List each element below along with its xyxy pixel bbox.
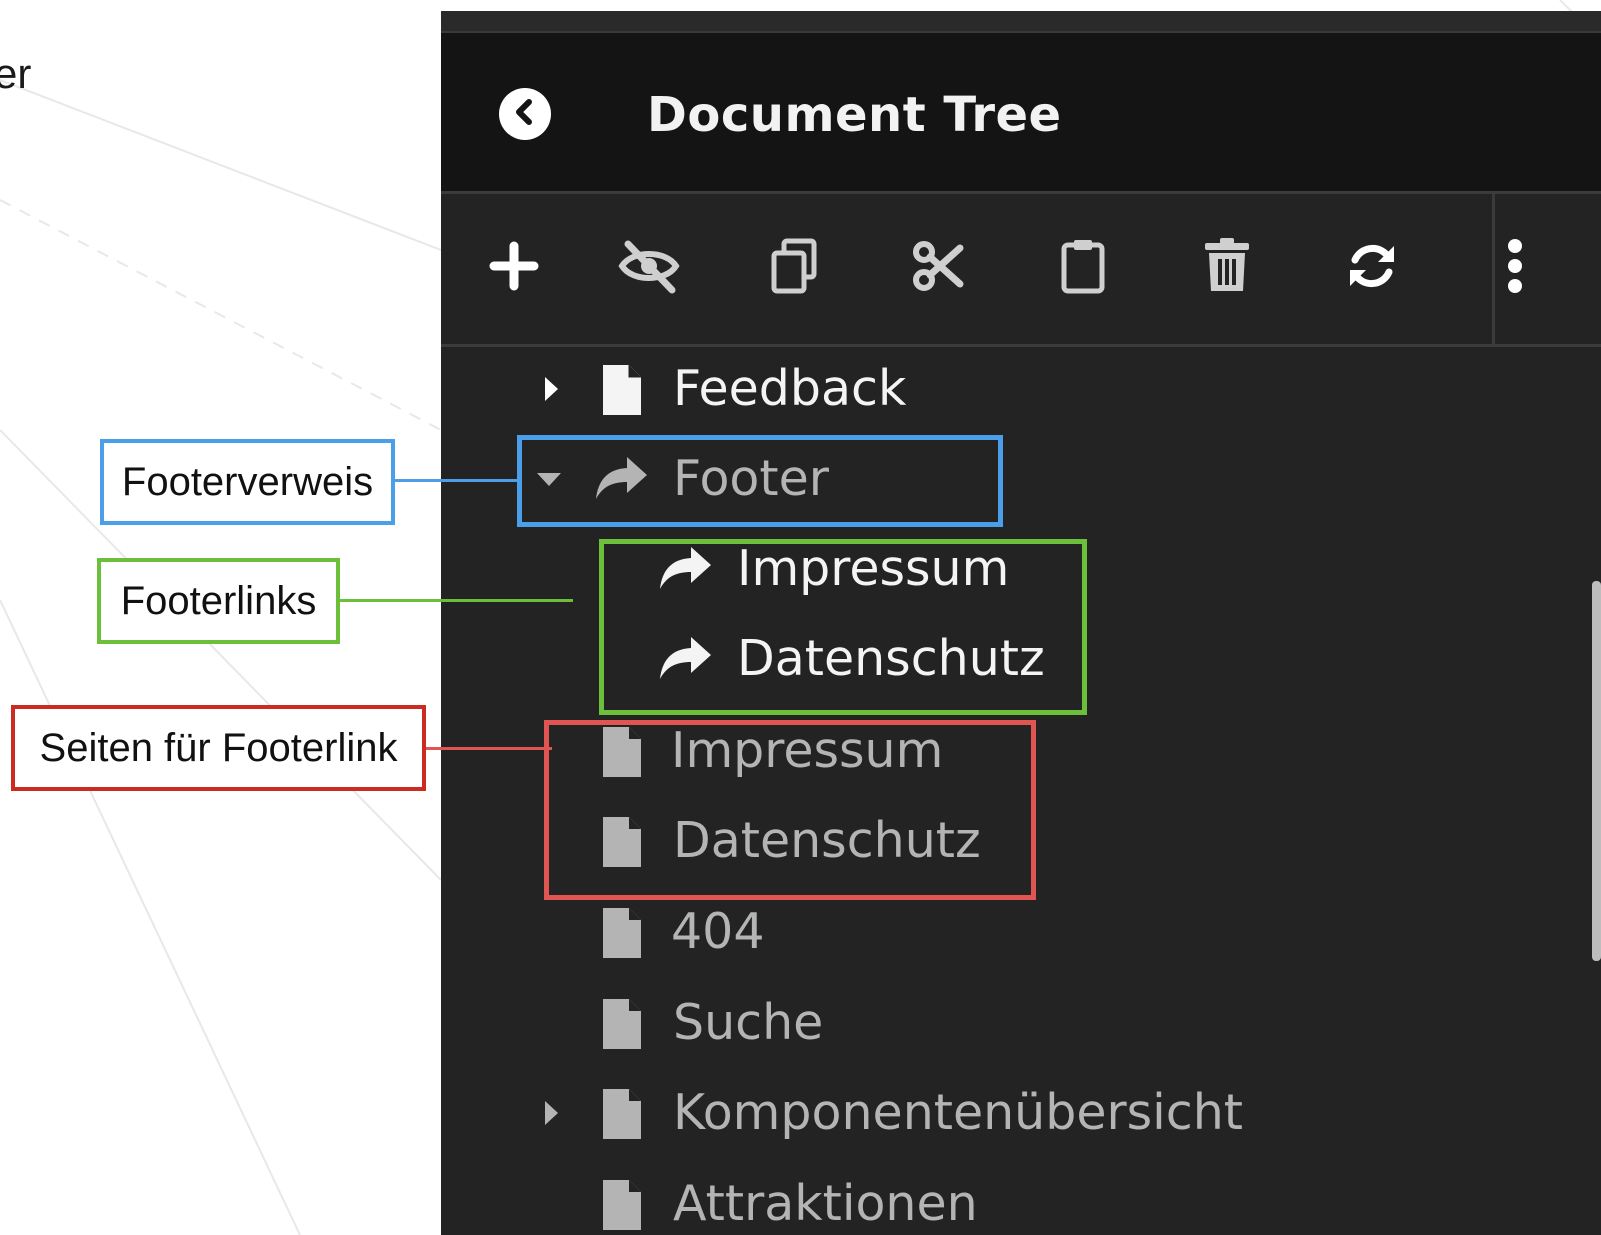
tree-item-suche[interactable]: Suche bbox=[441, 981, 1541, 1071]
chevron-left-circle-icon bbox=[510, 97, 540, 131]
tree-item-404[interactable]: 404 bbox=[441, 890, 1541, 980]
plus-icon bbox=[488, 240, 540, 296]
caret-right-icon[interactable] bbox=[531, 369, 571, 409]
page-icon bbox=[601, 906, 643, 960]
more-button[interactable] bbox=[1477, 230, 1553, 306]
vertical-ellipsis-icon bbox=[1505, 238, 1525, 298]
footerlinks-highlight-box bbox=[599, 539, 1087, 715]
footerverweis-connector bbox=[392, 479, 519, 482]
hide-button[interactable] bbox=[611, 230, 687, 306]
panel-top-strip bbox=[441, 11, 1601, 33]
tree-item-label: Suche bbox=[673, 994, 824, 1051]
caret-right-icon[interactable] bbox=[531, 1093, 571, 1133]
scissors-icon bbox=[912, 240, 964, 296]
tree-item-attraktionen[interactable]: Attraktionen bbox=[441, 1162, 1541, 1235]
tree-item-feedback[interactable]: Feedback bbox=[441, 347, 1541, 437]
tree-item-komponentenuebersicht[interactable]: Komponentenübersicht bbox=[441, 1071, 1541, 1161]
page-icon bbox=[601, 363, 643, 417]
copy-button[interactable] bbox=[756, 230, 832, 306]
footer-highlight-box bbox=[517, 435, 1003, 527]
tree-item-label: Feedback bbox=[673, 360, 907, 417]
add-button[interactable] bbox=[476, 230, 552, 306]
footerlinks-connector bbox=[337, 599, 573, 602]
tree-toolbar bbox=[441, 194, 1601, 347]
page-icon bbox=[601, 1178, 643, 1232]
tree-item-label: Attraktionen bbox=[673, 1175, 978, 1232]
tree-item-label: Komponentenübersicht bbox=[673, 1084, 1243, 1141]
callout-footerverweis: Footerverweis bbox=[100, 439, 395, 525]
tree-scrollbar[interactable] bbox=[1592, 581, 1601, 961]
callout-seiten-fuer-footerlink: Seiten für Footerlink bbox=[11, 705, 426, 791]
copy-icon bbox=[769, 237, 819, 299]
callout-footerlinks: Footerlinks bbox=[97, 558, 340, 644]
panel-title: Document Tree bbox=[647, 87, 1062, 143]
cut-button[interactable] bbox=[900, 230, 976, 306]
paste-button[interactable] bbox=[1045, 230, 1121, 306]
clipboard-icon bbox=[1060, 237, 1106, 299]
trash-icon bbox=[1203, 237, 1251, 299]
tree-item-label: 404 bbox=[671, 903, 765, 960]
panel-header: Document Tree bbox=[441, 33, 1601, 194]
refresh-icon bbox=[1344, 238, 1400, 298]
footerpages-connector bbox=[422, 747, 552, 750]
delete-button[interactable] bbox=[1189, 230, 1265, 306]
page-icon bbox=[601, 1087, 643, 1141]
page-icon bbox=[601, 997, 643, 1051]
refresh-button[interactable] bbox=[1334, 230, 1410, 306]
eye-slash-icon bbox=[616, 238, 682, 298]
back-button[interactable] bbox=[499, 88, 551, 140]
footerpages-highlight-box bbox=[544, 720, 1036, 900]
background-text-fragment: er bbox=[0, 50, 32, 97]
